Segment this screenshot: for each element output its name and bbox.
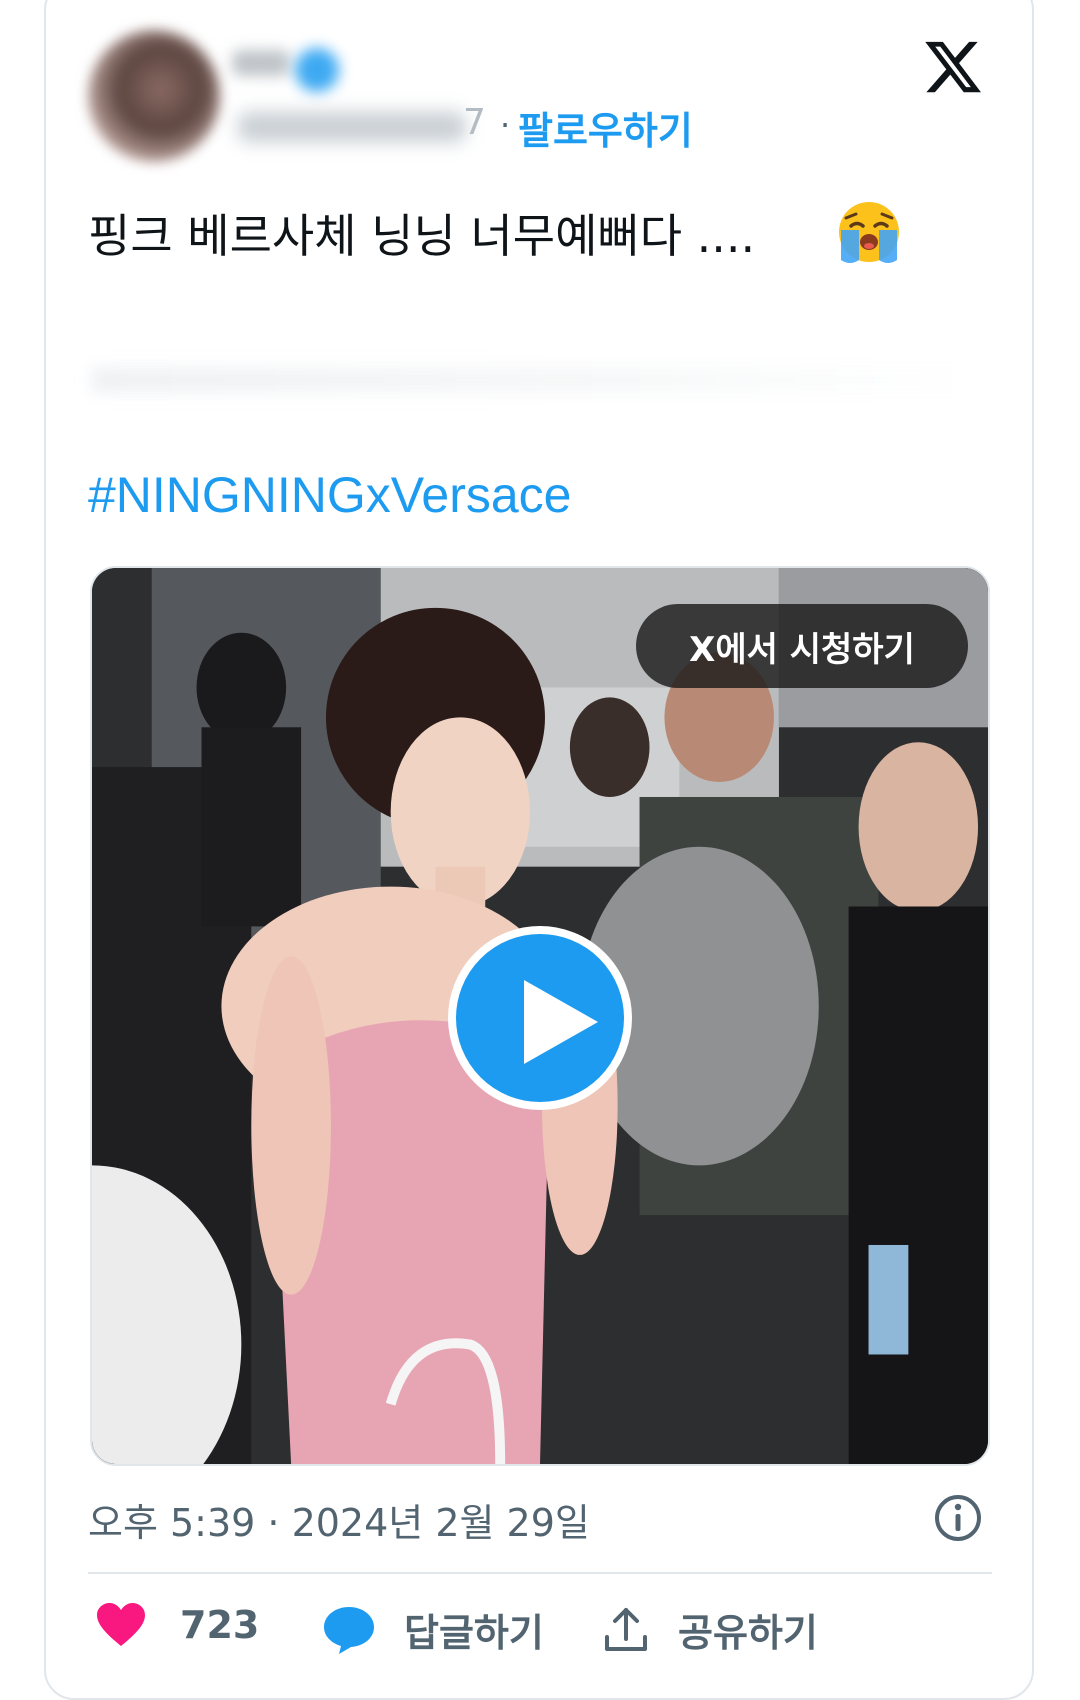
- watch-on-x-button[interactable]: X에서 시청하기: [636, 604, 968, 688]
- loudly-crying-face-icon: [839, 202, 899, 263]
- share-label: 공유하기: [678, 1611, 818, 1655]
- tweet-text: 핑크 베르사체 닝닝 너무예뻐다 ....: [88, 209, 756, 263]
- redacted-strip: [92, 368, 972, 392]
- avatar[interactable]: [88, 30, 220, 162]
- separator-dot: ·: [500, 106, 511, 144]
- verified-badge-icon: [295, 48, 339, 92]
- like-count: 723: [180, 1603, 260, 1647]
- handle-redacted[interactable]: [238, 112, 466, 142]
- x-logo-icon[interactable]: [922, 36, 984, 98]
- reply-button[interactable]: 답글하기: [322, 1602, 544, 1657]
- like-button[interactable]: 723: [96, 1602, 259, 1648]
- display-name-redacted[interactable]: [232, 50, 290, 76]
- share-button[interactable]: 공유하기: [604, 1602, 818, 1657]
- handle-tail: 7: [463, 102, 486, 143]
- tweet-timestamp[interactable]: 오후 5:39 · 2024년 2월 29일: [88, 1492, 590, 1547]
- play-button[interactable]: [448, 926, 632, 1110]
- divider: [88, 1572, 992, 1574]
- play-icon: [524, 980, 598, 1064]
- hashtag-link[interactable]: #NINGNINGxVersace: [88, 466, 571, 524]
- follow-button[interactable]: 팔로우하기: [518, 100, 693, 155]
- heart-icon: [97, 1603, 145, 1646]
- reply-label: 답글하기: [404, 1611, 544, 1655]
- share-upload-icon: [605, 1607, 647, 1651]
- speech-bubble-icon: [324, 1606, 374, 1654]
- info-icon[interactable]: [932, 1492, 984, 1544]
- video-media[interactable]: X에서 시청하기: [90, 566, 990, 1466]
